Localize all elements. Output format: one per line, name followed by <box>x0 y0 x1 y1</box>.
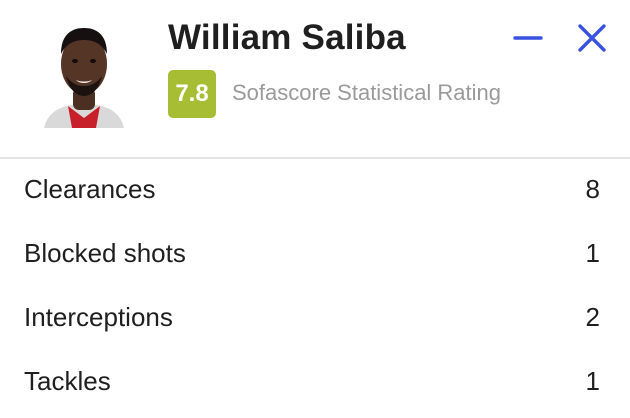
stat-label: Interceptions <box>24 302 173 332</box>
player-header: William Saliba 7.8 Sofascore Statistical… <box>0 0 630 158</box>
stat-value: 2 <box>585 302 600 332</box>
stat-value: 8 <box>585 174 600 204</box>
stat-label: Blocked shots <box>24 238 186 268</box>
close-icon <box>578 24 606 52</box>
rating-badge: 7.8 <box>168 70 216 118</box>
minimize-button[interactable] <box>510 20 546 56</box>
stat-row-clearances: Clearances 8 <box>0 158 630 222</box>
stat-label: Clearances <box>24 174 156 204</box>
stat-label: Tackles <box>24 366 111 396</box>
stat-value: 1 <box>585 366 600 396</box>
minus-icon <box>513 36 543 40</box>
player-photo-icon <box>30 14 138 128</box>
close-button[interactable] <box>574 20 610 56</box>
stat-row-tackles: Tackles 1 <box>0 350 630 414</box>
player-avatar <box>30 14 138 128</box>
stat-row-blocked-shots: Blocked shots 1 <box>0 222 630 286</box>
rating-label: Sofascore Statistical Rating <box>232 80 502 105</box>
player-name: William Saliba <box>168 18 406 57</box>
player-stats-card: William Saliba 7.8 Sofascore Statistical… <box>0 0 630 418</box>
stat-value: 1 <box>585 238 600 268</box>
stat-row-interceptions: Interceptions 2 <box>0 286 630 350</box>
stats-list: Clearances 8 Blocked shots 1 Interceptio… <box>0 158 630 414</box>
